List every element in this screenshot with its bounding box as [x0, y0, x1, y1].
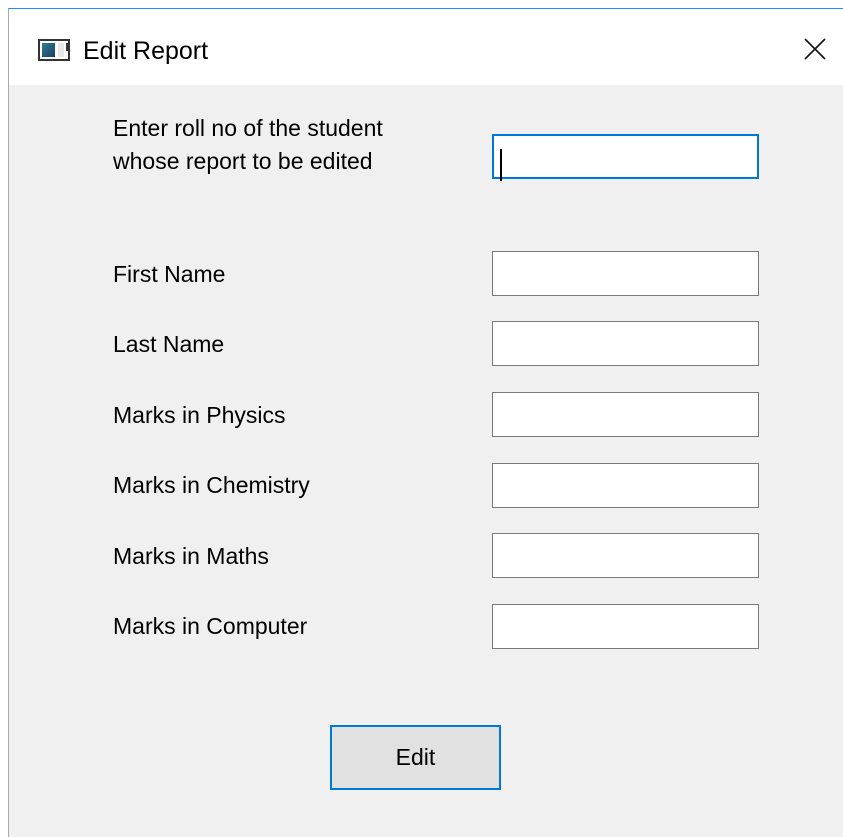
- edit-report-window: Edit Report Enter roll no of the student…: [8, 8, 843, 837]
- maths-marks-input[interactable]: [492, 533, 759, 578]
- roll-no-prompt: Enter roll no of the student whose repor…: [113, 112, 383, 178]
- close-button[interactable]: [793, 27, 837, 71]
- edit-button[interactable]: Edit: [330, 725, 501, 790]
- app-window-icon: [38, 39, 70, 61]
- roll-no-prompt-line1: Enter roll no of the student: [113, 115, 383, 141]
- first-name-input[interactable]: [492, 251, 759, 296]
- text-caret: [500, 149, 502, 181]
- first-name-label: First Name: [113, 261, 226, 287]
- physics-marks-label: Marks in Physics: [113, 402, 286, 428]
- window-title: Edit Report: [83, 37, 209, 65]
- title-bar[interactable]: Edit Report: [9, 9, 843, 85]
- roll-no-prompt-line2: whose report to be edited: [113, 148, 373, 174]
- computer-marks-input[interactable]: [492, 604, 759, 649]
- physics-marks-input[interactable]: [492, 392, 759, 437]
- roll-no-input[interactable]: [492, 134, 759, 179]
- chemistry-marks-input[interactable]: [492, 463, 759, 508]
- last-name-label: Last Name: [113, 331, 225, 357]
- maths-marks-label: Marks in Maths: [113, 543, 269, 569]
- computer-marks-label: Marks in Computer: [113, 613, 308, 639]
- close-icon: [804, 38, 826, 60]
- chemistry-marks-label: Marks in Chemistry: [113, 472, 310, 498]
- last-name-input[interactable]: [492, 321, 759, 366]
